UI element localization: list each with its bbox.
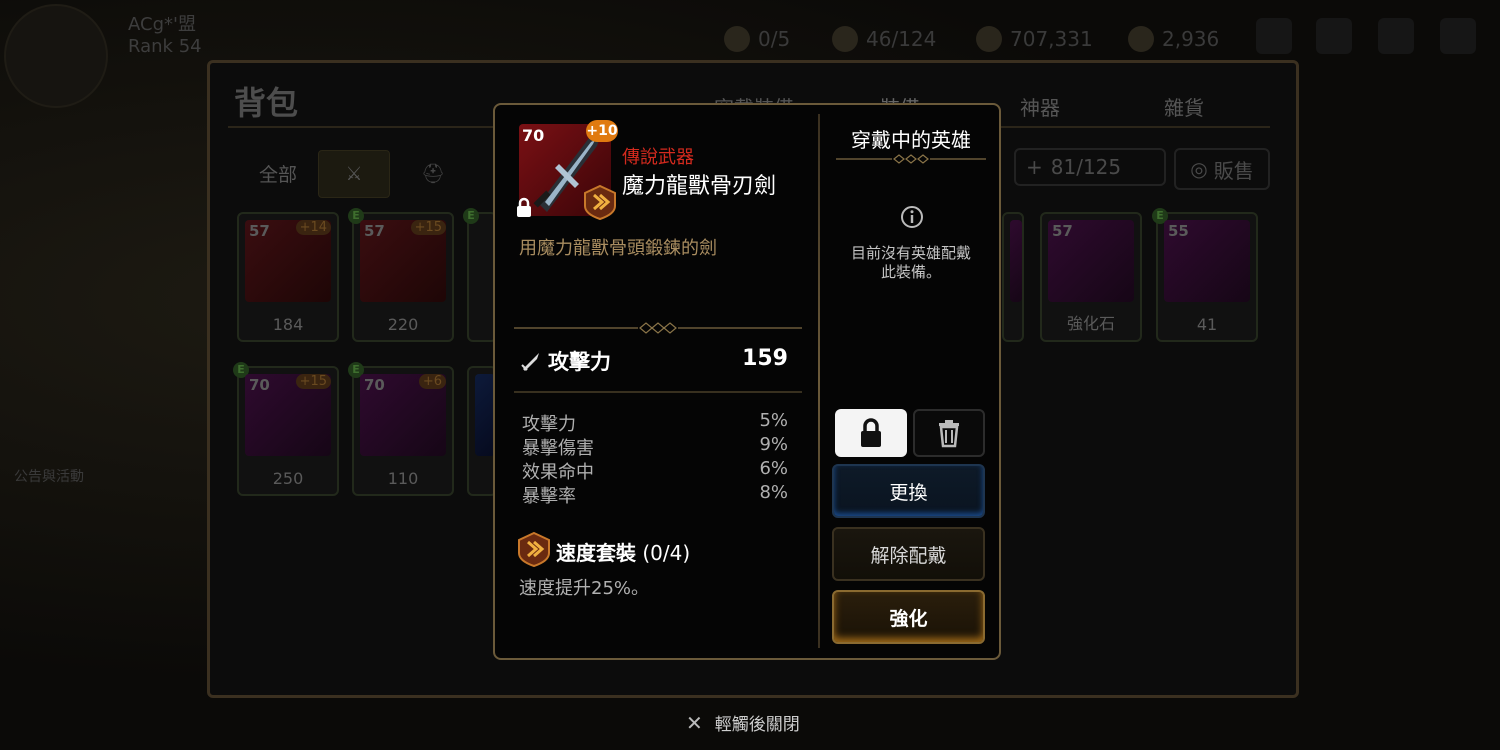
popup-divider <box>818 114 820 648</box>
inventory-slot[interactable]: E 70 +6 110 <box>348 362 454 496</box>
inventory-slot[interactable]: 57 強化石 <box>1040 212 1142 342</box>
tap-to-close[interactable]: ✕ 輕觸後關閉 <box>686 710 800 736</box>
inventory-slot[interactable]: E 70 +15 250 <box>233 362 339 496</box>
ranking-icon[interactable] <box>1256 18 1292 54</box>
item-grade: 傳說武器 <box>622 147 694 168</box>
coin-icon: ◎ <box>1190 157 1208 181</box>
equipped-hero-title: 穿戴中的英雄 <box>851 128 971 152</box>
menu-icon[interactable] <box>1440 18 1476 54</box>
stamina-icon <box>832 26 858 52</box>
sword-icon: ⚔ <box>345 163 363 185</box>
main-stat-label: 攻擊力 <box>548 350 611 374</box>
lock-icon <box>517 197 531 217</box>
sub-stat-row: 暴擊傷害 9% <box>522 434 788 459</box>
filter-helmet[interactable]: ⛑ <box>398 150 468 196</box>
inventory-slot[interactable]: E 57 +15 220 <box>348 208 454 342</box>
close-icon: ✕ <box>686 710 703 735</box>
item-level: 70 <box>522 126 545 145</box>
inventory-slot[interactable]: E 55 41 <box>1152 208 1258 342</box>
capacity-counter[interactable]: +81/125 <box>1014 148 1166 186</box>
sub-stat-row: 效果命中 6% <box>522 458 788 483</box>
item-name: 魔力龍獸骨刃劍 <box>622 174 777 199</box>
main-stat-value: 159 <box>742 346 788 371</box>
sell-button[interactable]: ◎ 販售 <box>1174 148 1270 190</box>
chat-icon[interactable] <box>1378 18 1414 54</box>
player-avatar[interactable] <box>4 4 108 108</box>
gold-counter[interactable]: 707,331 <box>976 24 1093 54</box>
item-image <box>1010 220 1022 302</box>
enhance-button[interactable]: 強化 <box>832 590 985 644</box>
sub-stat-row: 暴擊率 8% <box>522 482 788 507</box>
filter-all[interactable]: 全部 <box>238 150 318 196</box>
item-image <box>475 374 495 456</box>
info-icon <box>901 206 923 228</box>
set-description: 速度提升25%。 <box>519 578 650 599</box>
gem-counter[interactable]: 2,936 <box>1128 24 1219 54</box>
ticket-icon <box>724 26 750 52</box>
arena-tickets[interactable]: 0/5 <box>724 24 790 54</box>
gem-icon <box>1128 26 1154 52</box>
helmet-icon: ⛑ <box>420 162 446 185</box>
set-name: 速度套裝 (0/4) <box>556 541 691 565</box>
tab-artifacts[interactable]: 神器 <box>1020 92 1060 121</box>
attack-icon <box>521 353 539 371</box>
ornament-divider <box>514 391 802 393</box>
replace-button[interactable]: 更換 <box>832 464 985 518</box>
lock-button[interactable] <box>835 409 907 457</box>
speed-set-icon <box>584 184 616 220</box>
tab-misc[interactable]: 雜貨 <box>1164 92 1204 121</box>
inventory-slot[interactable] <box>1002 212 1024 342</box>
filter-weapon[interactable]: ⚔ <box>318 150 390 198</box>
item-description: 用魔力龍獸骨頭鍛鍊的劍 <box>519 238 717 259</box>
ornament-divider <box>514 322 802 334</box>
no-hero-message: 目前沒有英雄配戴 此裝備。 <box>850 244 971 281</box>
discard-button[interactable] <box>913 409 985 457</box>
ornament-divider <box>836 154 986 164</box>
events-label[interactable]: 公告與活動 <box>14 466 84 486</box>
player-rank: Rank 54 <box>128 36 202 57</box>
mail-icon[interactable] <box>1316 18 1352 54</box>
equipped-badge: E <box>463 208 479 224</box>
inventory-slot[interactable]: 57 +14 184 <box>237 212 339 342</box>
player-name: ACg*'盟 <box>128 14 196 35</box>
sub-stat-row: 攻擊力 5% <box>522 410 788 435</box>
stamina-counter[interactable]: 46/124 <box>832 24 936 54</box>
plus-icon: + <box>1026 155 1043 179</box>
speed-set-icon <box>518 531 550 567</box>
inventory-title: 背包 <box>234 84 299 122</box>
lock-icon <box>861 418 881 447</box>
enhance-level-badge: +10 <box>586 120 618 142</box>
gold-icon <box>976 26 1002 52</box>
unequip-button[interactable]: 解除配戴 <box>832 527 985 581</box>
trash-icon <box>939 420 959 448</box>
